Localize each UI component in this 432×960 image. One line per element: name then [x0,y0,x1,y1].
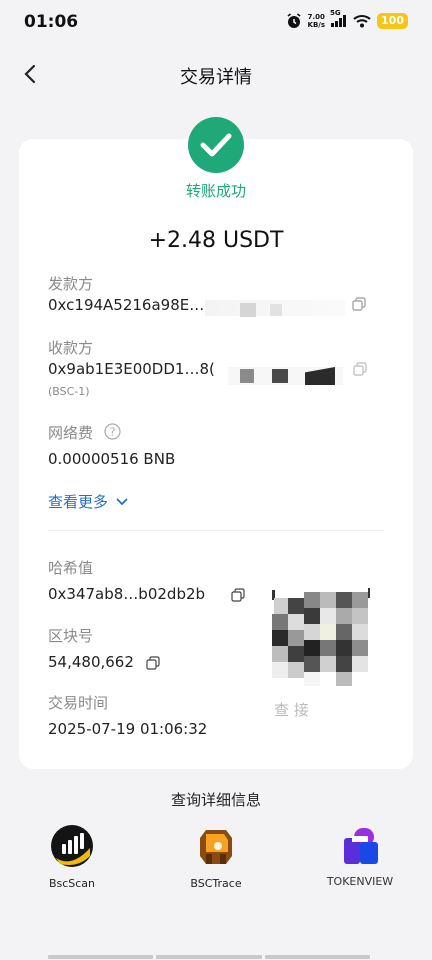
redacted-block [272,369,288,383]
explorer-tokenview[interactable]: TOKENVIEW [300,824,420,888]
signal-icon: 5G [330,9,347,27]
help-icon[interactable]: ? [104,423,121,440]
status-text: 转账成功 [185,182,246,200]
bscscan-logo-icon [51,825,93,867]
explorer-section-title: 查询详细信息 [170,791,261,809]
status-bar: 01:06 7.00 KB/s 5G 100 [0,0,432,44]
copy-icon[interactable] [353,362,367,376]
block-label: 区块号 [48,627,94,645]
header: 交易详情 [0,52,432,96]
receiver-network: (BSC-1) [48,385,90,398]
explorer-label: BSCTrace [190,877,242,890]
amount: +2.48 USDT [148,228,284,253]
explorer-bsctrace[interactable]: BSCTrace [156,824,276,890]
tokenview-logo-icon [344,828,378,864]
time-label: 交易时间 [48,694,109,712]
chevron-down-icon [116,498,128,505]
redacted-block [270,304,282,316]
block-value[interactable]: 54,480,662 [48,653,134,671]
signal-label: 5G [330,9,341,17]
wifi-icon [353,15,371,28]
copy-icon[interactable] [146,656,160,670]
qr-code[interactable] [270,588,370,688]
hash-value[interactable]: 0x347ab8…b02db2b [48,585,205,603]
sender-label: 发款方 [48,275,94,293]
divider [48,530,384,531]
redacted-block [240,369,254,383]
svg-text:?: ? [110,426,116,439]
sender-address[interactable]: 0xc194A5216a98E… [48,296,204,314]
qr-caption: 查 接 [274,701,309,719]
see-more-button[interactable]: 查看更多 [48,491,128,512]
see-more-label: 查看更多 [48,493,109,511]
receiver-address[interactable]: 0x9ab1E3E00DD1…8( [48,360,215,378]
bottom-indicator [48,955,370,959]
bsctrace-logo-icon [200,830,232,864]
net-speed: 7.00 KB/s [307,13,326,29]
fee-value: 0.00000516 BNB [48,450,176,468]
page-title: 交易详情 [180,67,252,88]
battery-indicator: 100 [377,13,408,29]
success-check-icon [188,117,244,173]
receiver-label: 收款方 [48,339,94,357]
copy-icon[interactable] [231,588,245,602]
copy-icon[interactable] [352,297,366,311]
explorer-label: BscScan [48,877,96,890]
explorer-bscscan[interactable]: BscScan [12,824,132,890]
fee-label: 网络费 [48,424,94,442]
time-value: 2025-07-19 01:06:32 [48,720,208,738]
status-icons: 7.00 KB/s 5G 100 [286,9,408,29]
hash-label: 哈希值 [48,559,94,577]
alarm-icon [287,13,301,28]
status-time: 01:06 [24,12,79,32]
explorer-label: TOKENVIEW [326,875,394,888]
redacted-block [240,303,256,317]
